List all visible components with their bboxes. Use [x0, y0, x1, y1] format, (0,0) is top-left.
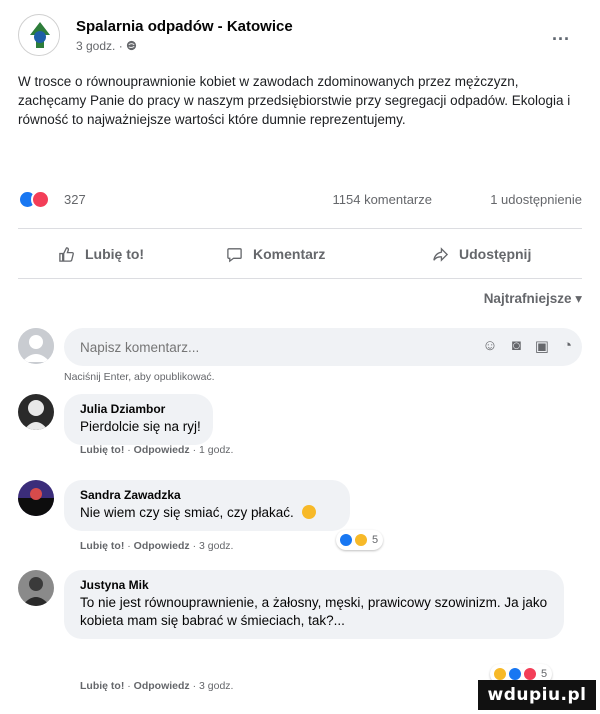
comment-reaction-count: 5 — [541, 668, 548, 680]
laughing-emoji-icon — [301, 505, 316, 519]
site-watermark: wdupiu.pl — [478, 680, 596, 710]
comment-bubble: Sandra Zawadzka Nie wiem czy się smiać, … — [64, 480, 350, 531]
post-actions: Lubię to! Komentarz Udostępnij — [18, 236, 582, 272]
comment-time[interactable]: 1 godz. — [199, 444, 233, 456]
love-reaction-icon — [523, 667, 537, 681]
share-button[interactable]: Udostępnij — [432, 236, 531, 272]
share-icon — [433, 246, 449, 262]
comment-icon — [227, 247, 242, 262]
page-name[interactable]: Spalarnia odpadów - Katowice — [76, 18, 293, 35]
comment-sort-dropdown[interactable]: Najtrafniejsze ▾ — [484, 291, 582, 307]
comment-text: Nie wiem czy się smiać, czy płakać. — [80, 504, 316, 522]
like-button[interactable]: Lubię to! — [58, 236, 144, 272]
comment-text: Pierdolcie się na ryj! — [80, 419, 201, 434]
commenter-avatar[interactable] — [18, 480, 54, 516]
like-button-label: Lubię to! — [85, 246, 145, 262]
post-text: W trosce o równouprawnionie kobiet w zaw… — [18, 74, 571, 127]
avatar-icon — [18, 394, 54, 430]
comment-reply-link[interactable]: Odpowiedz — [134, 680, 190, 692]
comment-bubble: Julia Dziambor Pierdolcie się na ryj! — [64, 394, 213, 445]
comment-text: To nie jest równouprawnienie, a żałosny,… — [80, 595, 548, 628]
recycling-logo-icon — [20, 16, 59, 55]
comment-reply-link[interactable]: Odpowiedz — [134, 444, 190, 456]
commenter-avatar[interactable] — [18, 570, 54, 606]
like-reaction-icon — [339, 533, 353, 547]
comment-text-content: Nie wiem czy się smiać, czy płakać. — [80, 505, 294, 520]
composer-tools: ☺ ◙ ▣ ◔ — [482, 337, 572, 355]
enter-hint: Naciśnij Enter, aby opublikować. — [64, 371, 215, 383]
camera-icon[interactable]: ◙ — [512, 337, 521, 355]
more-options-icon[interactable]: ... — [552, 24, 570, 45]
comment-like-link[interactable]: Lubię to! — [80, 444, 124, 456]
comment-like-link[interactable]: Lubię to! — [80, 540, 124, 552]
comment-reply-link[interactable]: Odpowiedz — [134, 540, 190, 552]
avatar-icon — [18, 570, 54, 606]
comment-reactions[interactable]: 5 — [336, 530, 384, 550]
comment-item: Sandra Zawadzka Nie wiem czy się smiać, … — [18, 480, 582, 552]
like-reaction-icon — [508, 667, 522, 681]
haha-reaction-icon — [493, 667, 507, 681]
globe-icon — [126, 40, 137, 51]
divider — [18, 228, 582, 229]
comment-time[interactable]: 3 godz. — [199, 680, 233, 692]
avatar-icon — [18, 480, 54, 516]
comment-time[interactable]: 3 godz. — [199, 540, 233, 552]
comment-bubble: Justyna Mik To nie jest równouprawnienie… — [64, 570, 564, 639]
comment-like-link[interactable]: Lubię to! — [80, 680, 124, 692]
love-reaction-icon — [31, 190, 50, 209]
reaction-count[interactable]: 327 — [64, 192, 86, 207]
thumbs-up-icon — [59, 246, 74, 262]
comment-author[interactable]: Julia Dziambor — [80, 402, 201, 416]
comment-item: Julia Dziambor Pierdolcie się na ryj! Lu… — [18, 394, 582, 458]
page-avatar[interactable] — [18, 14, 60, 56]
comment-actions: Lubię to! · Odpowiedz · 1 godz. — [80, 444, 234, 456]
comment-button[interactable]: Komentarz — [226, 236, 325, 272]
commenter-avatar[interactable] — [18, 394, 54, 430]
comment-author[interactable]: Sandra Zawadzka — [80, 488, 316, 502]
comment-reaction-count: 5 — [372, 534, 379, 546]
post-time[interactable]: 3 godz. · — [76, 39, 126, 53]
comment-actions: Lubię to! · Odpowiedz · 3 godz. — [80, 540, 234, 552]
comment-button-label: Komentarz — [253, 246, 326, 262]
sticker-icon[interactable]: ◔ — [563, 337, 572, 355]
gif-icon[interactable]: ▣ — [535, 337, 549, 355]
default-avatar-icon — [18, 328, 54, 364]
shares-count[interactable]: 1 udostępnienie — [490, 192, 582, 207]
comment-actions: Lubię to! · Odpowiedz · 3 godz. — [80, 680, 234, 692]
user-avatar[interactable] — [18, 328, 54, 364]
comment-author[interactable]: Justyna Mik — [80, 578, 552, 592]
post-header: Spalarnia odpadów - Katowice 3 godz. · .… — [18, 12, 582, 60]
share-button-label: Udostępnij — [459, 246, 532, 262]
post-timestamp[interactable]: 3 godz. · — [76, 39, 137, 53]
comment-composer: ☺ ◙ ▣ ◔ — [18, 328, 582, 366]
reactions-summary: 327 1154 komentarze 1 udostępnienie — [18, 190, 582, 212]
emoji-icon[interactable]: ☺ — [482, 337, 497, 355]
comments-count[interactable]: 1154 komentarze — [333, 192, 433, 207]
haha-reaction-icon — [354, 533, 368, 547]
divider — [18, 278, 582, 279]
reaction-icons[interactable] — [18, 190, 62, 210]
